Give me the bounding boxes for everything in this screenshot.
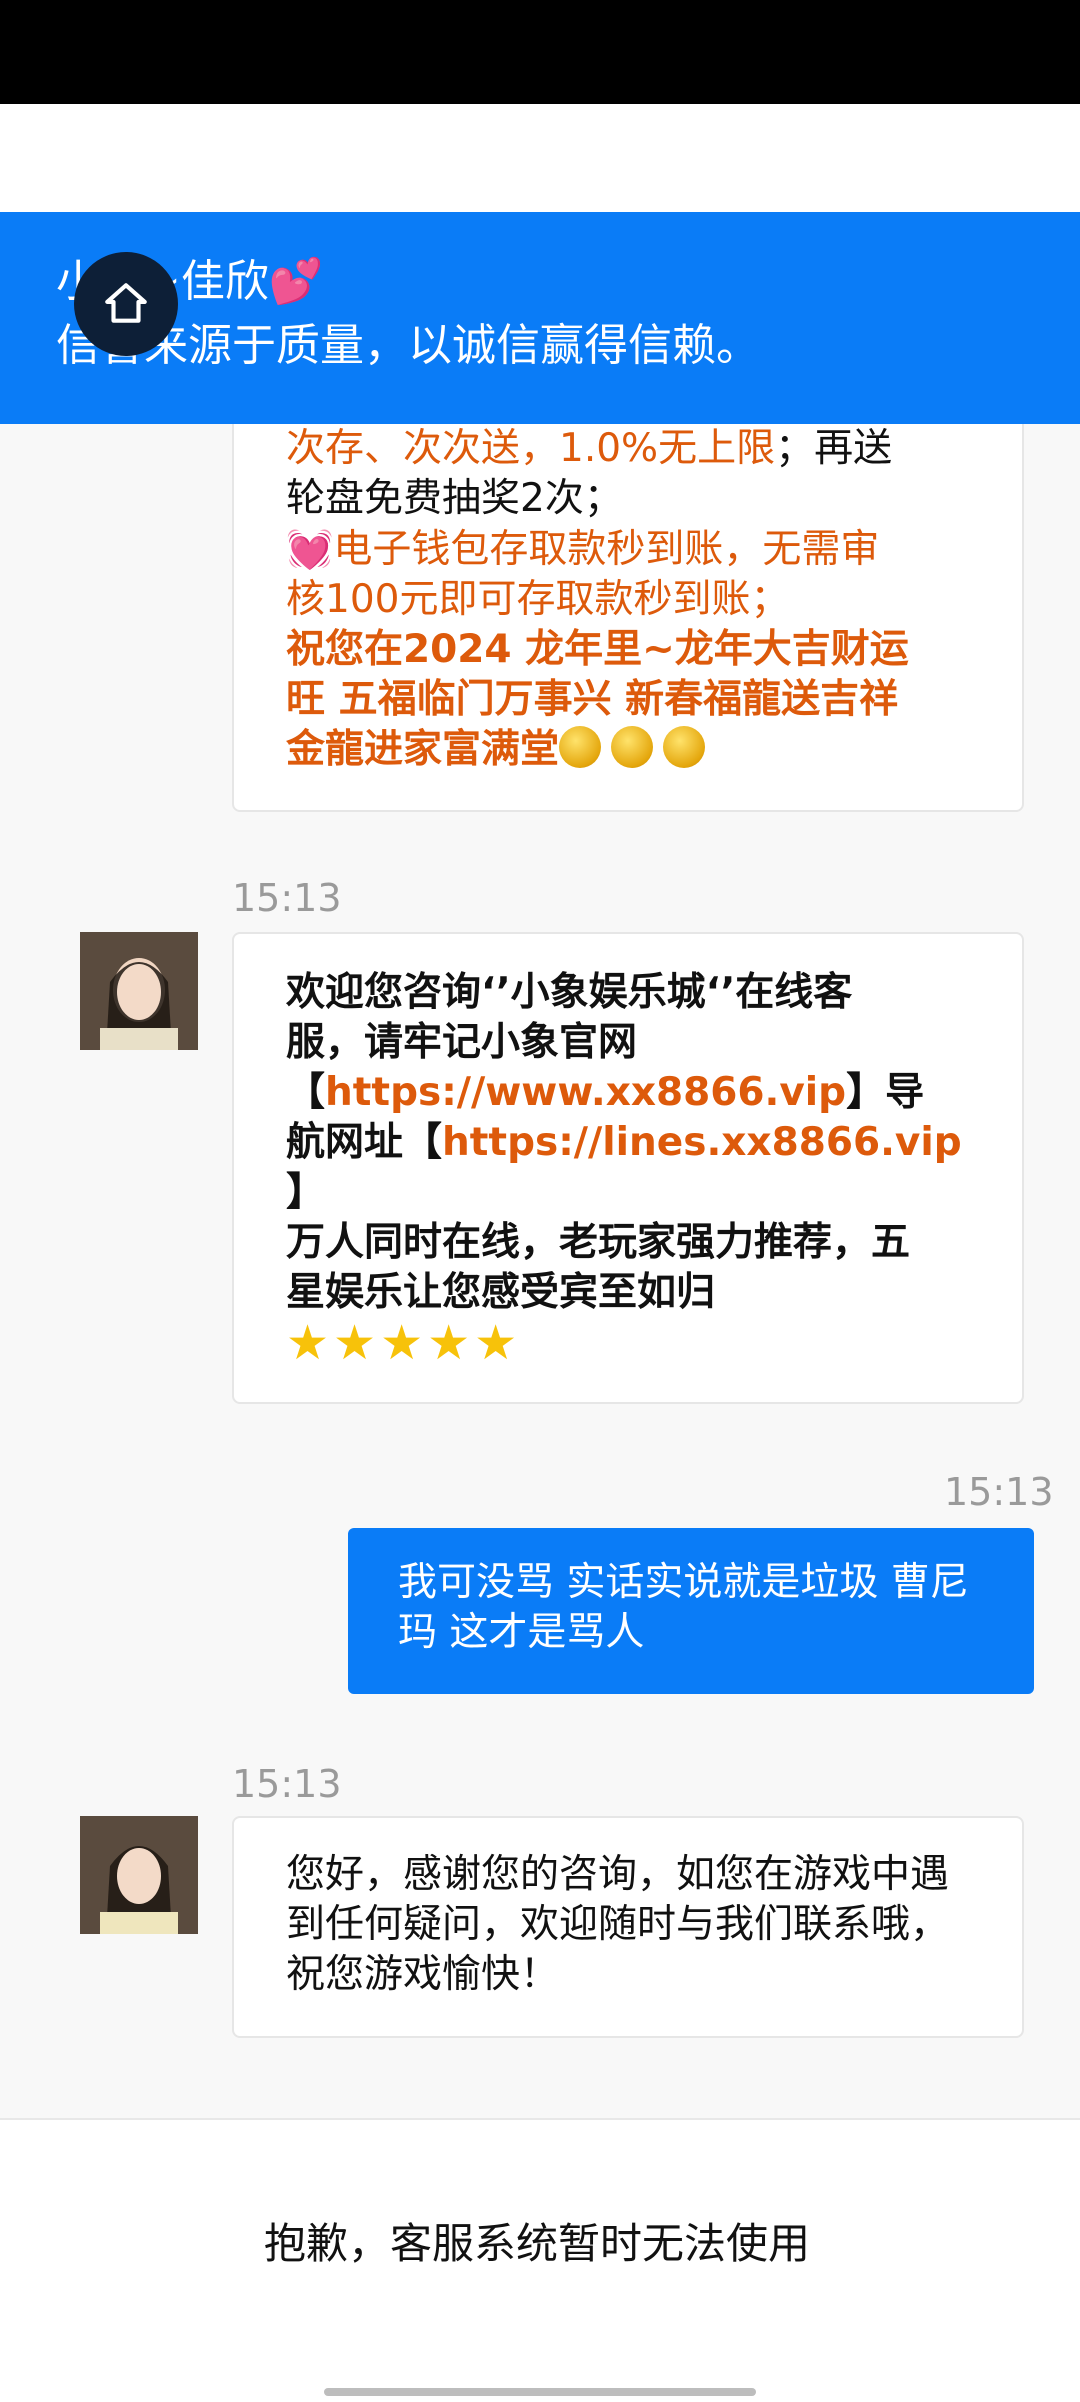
message-line: 💓电子钱包存取款秒到账，无需审 [286, 527, 880, 572]
home-icon [105, 283, 147, 323]
timestamp: 15:13 [232, 876, 342, 920]
agent-message-bubble: 次存、次次送，1.0%无上限；再送 轮盘免费抽奖2次； 💓电子钱包存取款秒到账，… [232, 360, 1024, 812]
coin-icon [663, 726, 706, 768]
message-line: 航网址【https://lines.xx8866.vip [286, 1120, 962, 1165]
message-line: 核100元即可存取款秒到账； [286, 577, 790, 622]
home-indicator[interactable] [324, 2388, 756, 2396]
service-unavailable-notice: 抱歉，客服系统暂时无法使用 [264, 2219, 811, 2268]
top-spacer [0, 104, 1080, 212]
user-message-bubble: 我可没骂 实话实说就是垃圾 曹尼玛 这才是骂人 [348, 1528, 1034, 1694]
timestamp: 15:13 [232, 1762, 342, 1806]
message-line: 万人同时在线，老玩家强力推荐，五 [286, 1220, 911, 1265]
message-line: 服，请牢记小象官网 [286, 1020, 638, 1065]
message-line: 次存、次次送，1.0%无上限；再送 [286, 426, 893, 471]
home-button[interactable] [74, 252, 178, 356]
message-text: 我可没骂 实话实说就是垃圾 曹尼玛 这才是骂人 [398, 1560, 969, 1655]
agent-message-bubble: 欢迎您咨询‘’小象娱乐城‘’在线客 服，请牢记小象官网 【https://www… [232, 932, 1024, 1404]
coin-icon [559, 726, 602, 768]
agent-message-bubble: 您好，感谢您的咨询，如您在游戏中遇到任何疑问，欢迎随时与我们联系哦，祝您游戏愉快… [232, 1816, 1024, 2038]
coin-icon [611, 726, 654, 768]
star-rating: ★★★★★ [286, 1315, 522, 1371]
message-text: 您好，感谢您的咨询，如您在游戏中遇到任何疑问，欢迎随时与我们联系哦，祝您游戏愉快… [286, 1852, 950, 1997]
agent-avatar [80, 932, 198, 1050]
navigation-link[interactable]: https://lines.xx8866.vip [442, 1120, 962, 1165]
message-line: 祝您在2024 龙年里~龙年大吉财运 [286, 627, 909, 672]
message-line: 【https://www.xx8866.vip】导 [286, 1070, 925, 1115]
official-site-link[interactable]: https://www.xx8866.vip [325, 1070, 846, 1115]
message-line: 欢迎您咨询‘’小象娱乐城‘’在线客 [286, 970, 853, 1015]
message-line: 星娱乐让您感受宾至如归 [286, 1270, 716, 1315]
message-line: 】 [286, 1170, 326, 1215]
heart-icon: 💓 [286, 527, 334, 571]
agent-avatar [80, 1816, 198, 1934]
message-line: 轮盘免费抽奖2次； [286, 476, 623, 521]
status-bar [0, 0, 1080, 104]
message-line: 金龍进家富满堂 [286, 725, 982, 775]
timestamp: 15:13 [944, 1470, 1054, 1514]
input-panel: 抱歉，客服系统暂时无法使用 [0, 2118, 1080, 2402]
message-line: 旺 五福临门万事兴 新春福龍送吉祥 [286, 677, 899, 722]
